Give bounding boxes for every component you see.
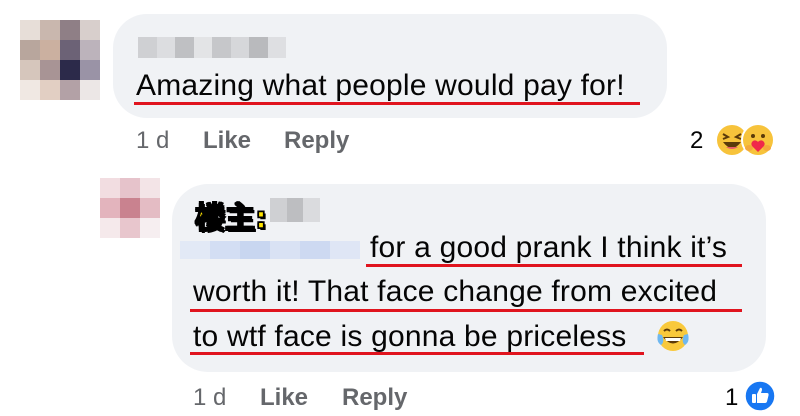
reaction-count[interactable]: 1: [725, 384, 738, 412]
tears-of-joy-emoji-icon: [657, 321, 689, 351]
avatar[interactable]: [100, 178, 160, 238]
reply-button[interactable]: Reply: [284, 127, 349, 155]
underline-mark: [134, 102, 640, 105]
avatar[interactable]: [20, 20, 100, 100]
mention-tag[interactable]: [180, 241, 360, 259]
care-icon[interactable]: [740, 122, 776, 158]
underline-mark: [366, 264, 742, 267]
reply-button[interactable]: Reply: [342, 384, 407, 412]
commenter-name[interactable]: [138, 37, 286, 58]
underline-mark: [190, 352, 644, 355]
comment-timestamp[interactable]: 1 d: [136, 127, 169, 155]
reply-timestamp[interactable]: 1 d: [193, 384, 226, 412]
reply-text-line: worth it! That face change from excited: [193, 275, 718, 308]
op-label: 楼主:: [194, 200, 268, 237]
like-icon[interactable]: [744, 380, 776, 412]
underline-mark: [190, 309, 742, 312]
like-button[interactable]: Like: [260, 384, 308, 412]
replier-name[interactable]: [270, 198, 321, 222]
like-button[interactable]: Like: [203, 127, 251, 155]
reaction-count[interactable]: 2: [690, 127, 703, 155]
